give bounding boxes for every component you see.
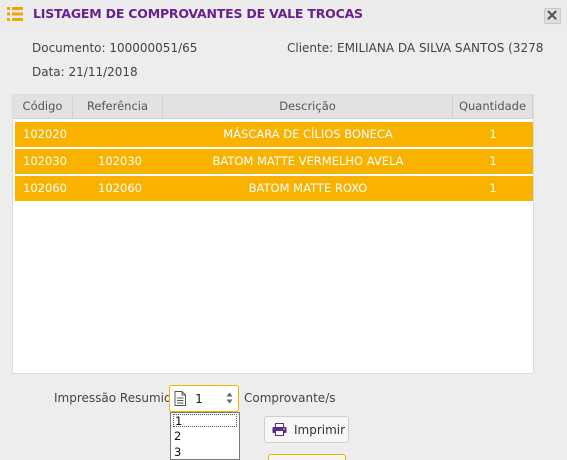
close-icon[interactable]: [545, 9, 560, 23]
list-icon: [7, 7, 23, 21]
documento-label: Documento: 100000051/65: [32, 41, 198, 55]
window-titlebar: LISTAGEM DE COMPROVANTES DE VALE TROCAS: [0, 0, 567, 30]
cell-descricao: BATOM MATTE VERMELHO AVELA: [212, 154, 404, 168]
print-button-label: Imprimir: [294, 423, 346, 437]
cliente-label: Cliente: EMILIANA DA SILVA SANTOS (3278: [287, 41, 544, 55]
vouchers-grid[interactable]: Código Referência Descrição Quantidade 1…: [12, 94, 534, 374]
grid-header: Código Referência Descrição Quantidade: [13, 95, 533, 119]
cell-descricao: MÁSCARA DE CÍLIOS BONECA: [223, 127, 393, 141]
dropdown-option[interactable]: 3: [173, 446, 237, 459]
copies-select[interactable]: 1: [169, 385, 239, 412]
cell-quantidade: 1: [489, 181, 497, 195]
cell-referencia: 102060: [98, 181, 142, 195]
cell-quantidade: 1: [489, 127, 497, 141]
close-button[interactable]: [544, 8, 561, 24]
data-label: Data: 21/11/2018: [32, 65, 138, 79]
column-header-referencia[interactable]: Referência: [73, 95, 163, 118]
window-title: LISTAGEM DE COMPROVANTES DE VALE TROCAS: [33, 6, 363, 21]
cell-codigo: 102060: [23, 181, 67, 195]
copies-dropdown-list[interactable]: 1 2 3: [170, 412, 240, 460]
table-row[interactable]: 102020 MÁSCARA DE CÍLIOS BONECA 1: [15, 122, 533, 147]
comprovante-label: Comprovante/s: [244, 391, 336, 405]
chevron-updown-icon: [226, 392, 233, 404]
cell-referencia: 102030: [98, 154, 142, 168]
cell-codigo: 102030: [23, 154, 67, 168]
cell-referencia: [75, 122, 165, 147]
column-header-descricao[interactable]: Descrição: [163, 95, 453, 118]
dropdown-option[interactable]: 1: [173, 414, 237, 428]
partial-button[interactable]: [268, 454, 346, 460]
cell-descricao: BATOM MATTE ROXO: [248, 181, 368, 195]
dropdown-option[interactable]: 2: [173, 430, 237, 443]
copies-select-value: 1: [195, 391, 203, 406]
table-row[interactable]: 102030 102030 BATOM MATTE VERMELHO AVELA…: [15, 149, 533, 174]
column-header-quantidade[interactable]: Quantidade: [453, 95, 533, 118]
print-button[interactable]: Imprimir: [264, 416, 349, 443]
cell-quantidade: 1: [489, 154, 497, 168]
printer-icon: [272, 423, 287, 436]
cell-codigo: 102020: [23, 127, 67, 141]
document-icon: [174, 391, 186, 406]
impressao-resumida-label: Impressão Resumida:: [54, 391, 183, 405]
column-header-codigo[interactable]: Código: [13, 95, 73, 118]
table-row[interactable]: 102060 102060 BATOM MATTE ROXO 1: [15, 176, 533, 201]
